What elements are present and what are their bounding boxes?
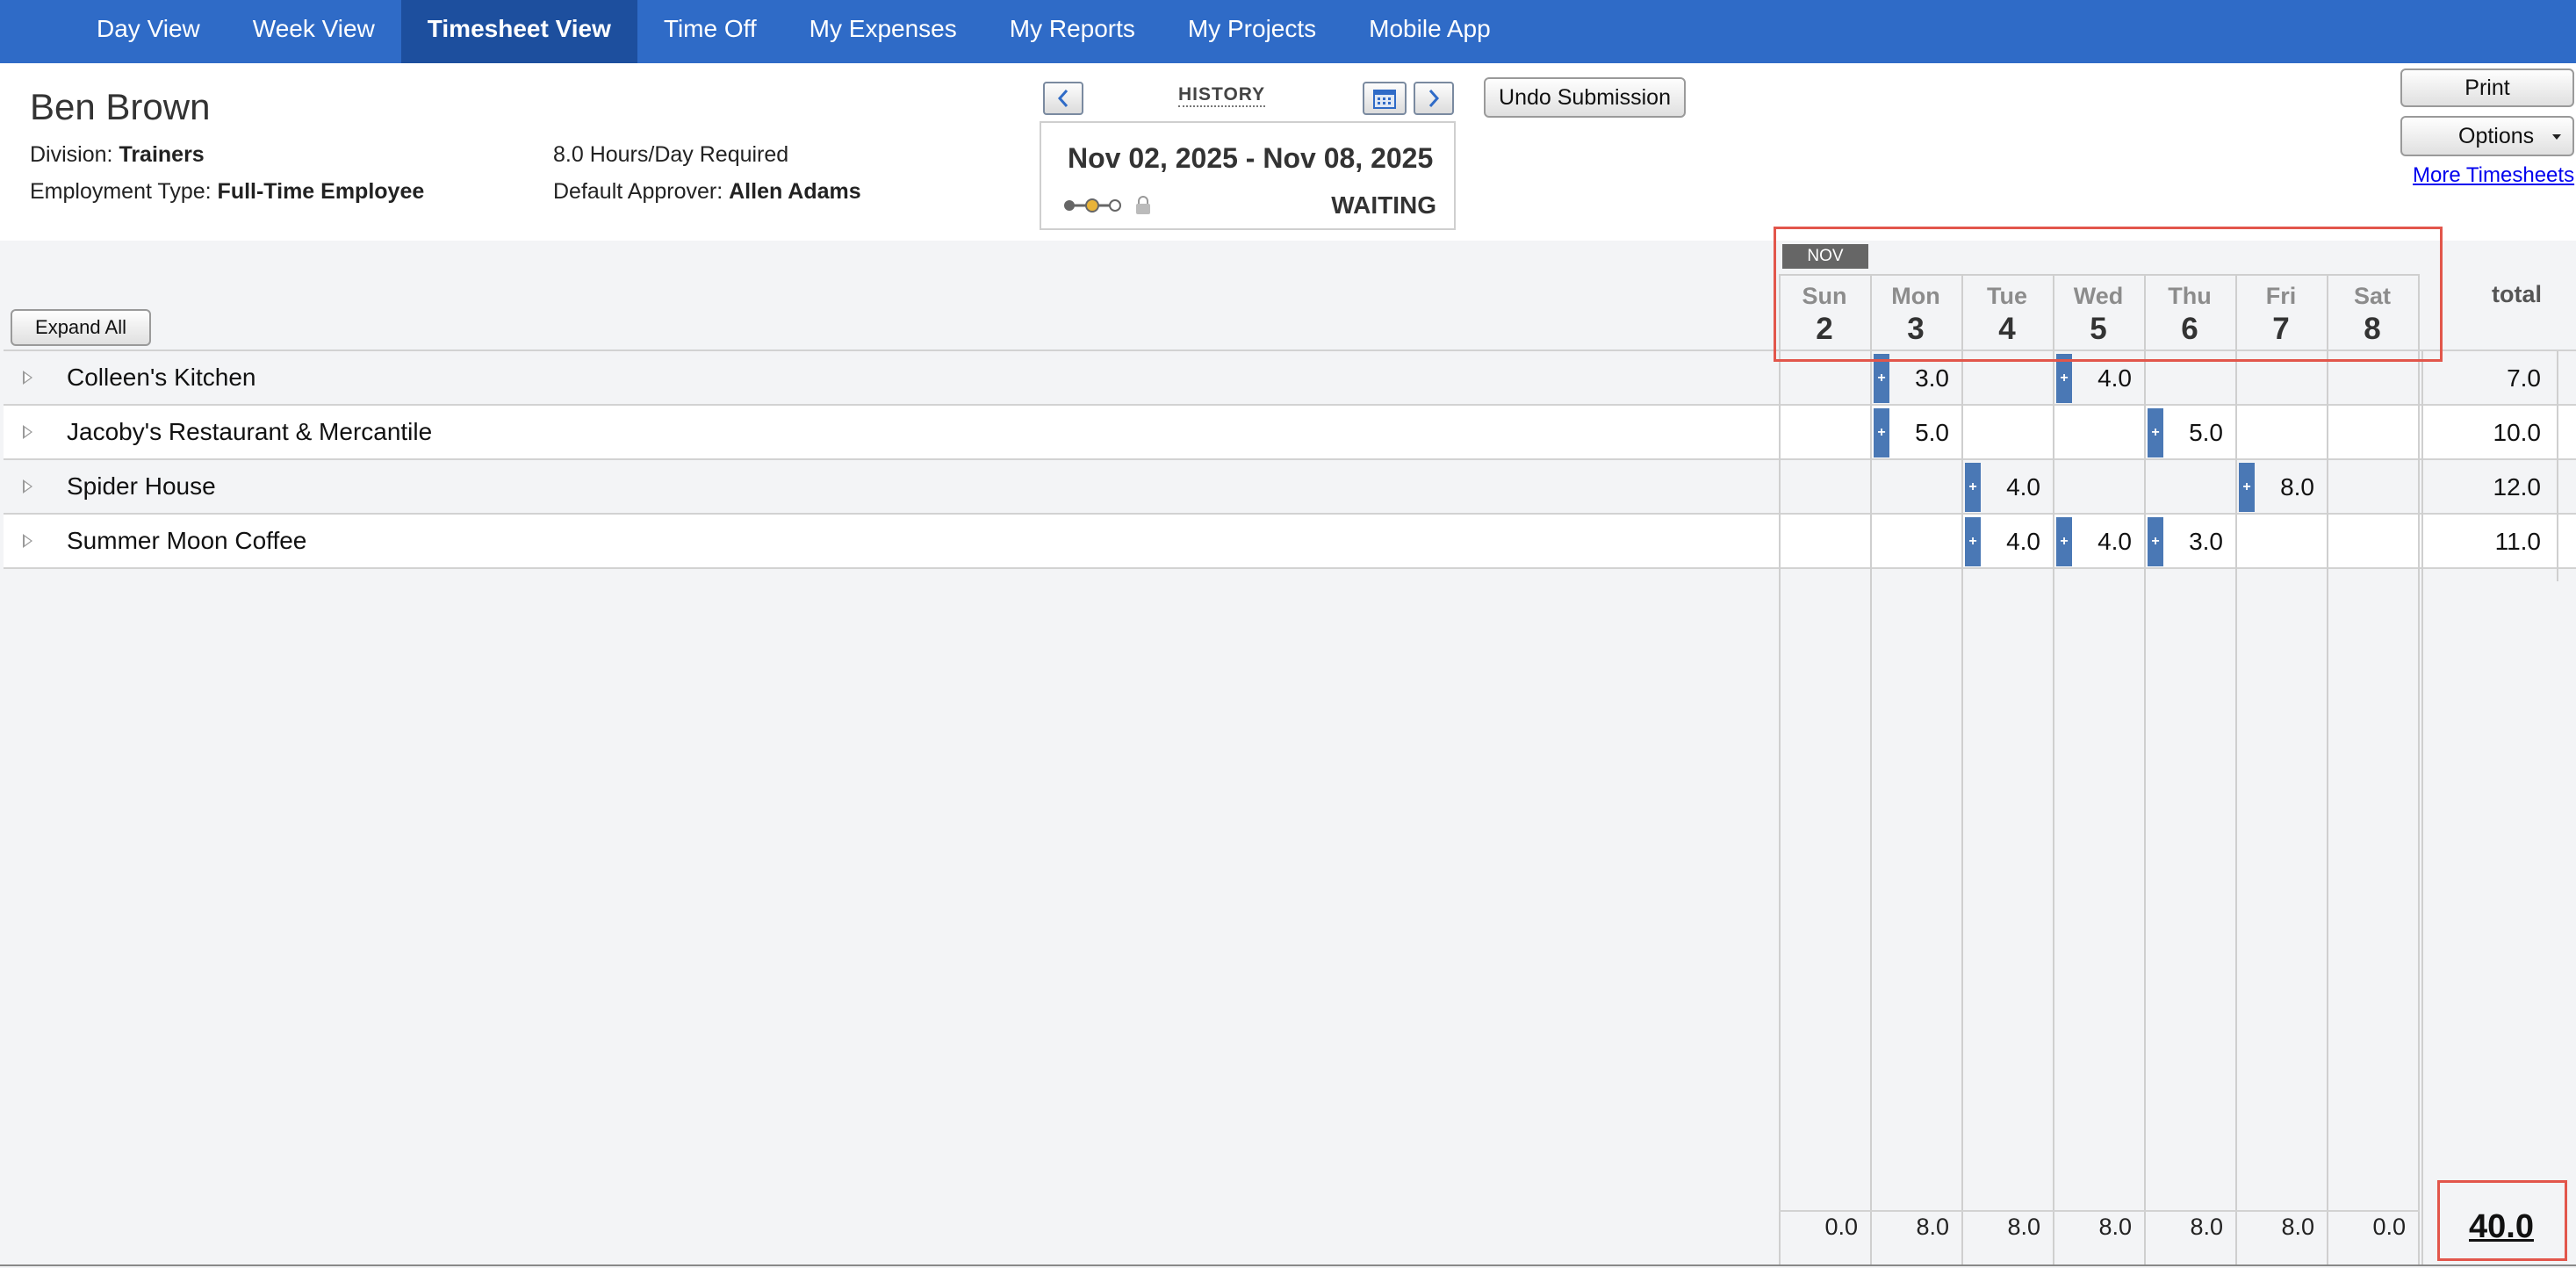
nav-item-day-view[interactable]: Day View [70, 0, 227, 63]
chevron-left-icon [1057, 90, 1069, 107]
period-range: Nov 02, 2025 - Nov 08, 2025 [1068, 142, 1434, 174]
hours-cell[interactable] [2235, 515, 2327, 568]
row-total: 10.0 [2493, 419, 2542, 446]
top-nav: Day View Week View Timesheet View Time Off M… [0, 0, 2576, 63]
progress-steps-icon [1064, 198, 1121, 213]
nav-item-my-reports[interactable]: My Reports [983, 0, 1162, 63]
day-total: 8.0 [2098, 1214, 2132, 1240]
more-timesheets-link[interactable]: More Timesheets [2413, 163, 2574, 188]
hours-cell[interactable] [2144, 461, 2235, 514]
hours-cell[interactable] [2327, 515, 2418, 568]
employment-type-label: Employment Type: [30, 179, 212, 204]
nav-item-timesheet-view[interactable]: Timesheet View [400, 0, 637, 63]
day-total: 0.0 [1824, 1214, 1858, 1240]
grand-total-highlight [2437, 1180, 2567, 1261]
entry-marker-icon[interactable]: + [2148, 408, 2163, 457]
project-name: Colleen's Kitchen [67, 364, 256, 391]
day-column-divider [2327, 274, 2328, 1264]
day-total: 8.0 [2281, 1214, 2314, 1240]
division-value: Trainers [119, 142, 205, 167]
caret-down-icon [2552, 134, 2561, 140]
entry-marker-icon[interactable]: + [2056, 517, 2072, 566]
hours-cell[interactable] [2235, 407, 2327, 459]
project-name: Summer Moon Coffee [67, 527, 307, 554]
hours-cell[interactable] [1870, 461, 1961, 514]
division-label: Division: [30, 142, 113, 167]
next-period-button[interactable] [1414, 82, 1454, 115]
day-column-divider [2235, 274, 2237, 1264]
hours-cell[interactable] [2053, 461, 2144, 514]
employee-name: Ben Brown [30, 86, 211, 127]
day-total: 0.0 [2372, 1214, 2406, 1240]
hours-cell[interactable] [1779, 461, 1870, 514]
options-label: Options [2458, 123, 2535, 148]
calendar-button[interactable] [1363, 82, 1407, 115]
expand-row-icon[interactable] [23, 425, 32, 439]
hours-required: 8.0 Hours/Day Required [553, 142, 789, 167]
total-header: total [2492, 281, 2542, 307]
project-name: Jacoby's Restaurant & Mercantile [67, 418, 433, 445]
undo-submission-button[interactable]: Undo Submission [1484, 77, 1686, 118]
division-info: Division: Trainers [30, 142, 205, 168]
hours-cell[interactable] [1870, 515, 1961, 568]
nav-item-my-projects[interactable]: My Projects [1162, 0, 1342, 63]
nav-item-time-off[interactable]: Time Off [637, 0, 783, 63]
approver-label: Default Approver: [553, 179, 723, 204]
entry-marker-icon[interactable]: + [1965, 463, 1981, 512]
hours-cell[interactable] [2327, 461, 2418, 514]
hours-cell[interactable] [2327, 407, 2418, 459]
week-header-highlight [1774, 227, 2443, 362]
project-name: Spider House [67, 472, 216, 500]
entry-marker-icon[interactable]: + [1965, 517, 1981, 566]
hours-cell[interactable] [1779, 407, 1870, 459]
total-column-divider [2421, 351, 2423, 1264]
nav-item-mobile-app[interactable]: Mobile App [1342, 0, 1517, 63]
approver-info: Default Approver: Allen Adams [553, 179, 861, 205]
day-column-divider [2053, 274, 2054, 1264]
options-button[interactable]: Options [2400, 116, 2574, 156]
period-box: Nov 02, 2025 - Nov 08, 2025 WAITING [1040, 121, 1456, 230]
nav-item-week-view[interactable]: Week View [227, 0, 401, 63]
hours-cell[interactable] [1961, 407, 2053, 459]
row-total: 11.0 [2494, 528, 2541, 555]
print-button[interactable]: Print [2400, 68, 2574, 107]
day-column-divider [1961, 274, 1963, 1264]
day-total: 8.0 [2190, 1214, 2223, 1240]
employment-type-info: Employment Type: Full-Time Employee [30, 179, 424, 205]
day-column-divider [1779, 274, 1781, 1264]
day-total: 8.0 [2007, 1214, 2040, 1240]
approval-progress [1062, 195, 1152, 216]
previous-period-button[interactable] [1043, 82, 1083, 115]
day-column-divider [1870, 274, 1872, 1264]
day-column-divider [2144, 274, 2146, 1264]
expand-row-icon[interactable] [23, 479, 32, 494]
hours-cell[interactable] [2053, 407, 2144, 459]
row-total: 12.0 [2493, 473, 2542, 501]
expand-row-icon[interactable] [23, 534, 32, 548]
bottom-border [0, 1264, 2576, 1266]
entry-marker-icon[interactable]: + [2148, 517, 2163, 566]
timesheet-status: WAITING [1331, 191, 1436, 219]
approver-value: Allen Adams [729, 179, 861, 204]
entry-marker-icon[interactable]: + [1874, 408, 1889, 457]
day-column-divider [2418, 274, 2420, 1264]
expand-row-icon[interactable] [23, 371, 32, 385]
chevron-right-icon [1428, 90, 1440, 107]
calendar-icon [1373, 90, 1396, 109]
footer-border [1779, 1210, 2420, 1212]
day-total: 8.0 [1916, 1214, 1949, 1240]
lock-icon [1136, 196, 1150, 214]
expand-all-button[interactable]: Expand All [11, 309, 151, 346]
entry-marker-icon[interactable]: + [2239, 463, 2255, 512]
hours-cell[interactable] [1779, 515, 1870, 568]
right-column-divider [2557, 351, 2558, 581]
nav-item-my-expenses[interactable]: My Expenses [783, 0, 983, 63]
employment-type-value: Full-Time Employee [217, 179, 425, 204]
history-link[interactable]: HISTORY [1178, 84, 1266, 107]
